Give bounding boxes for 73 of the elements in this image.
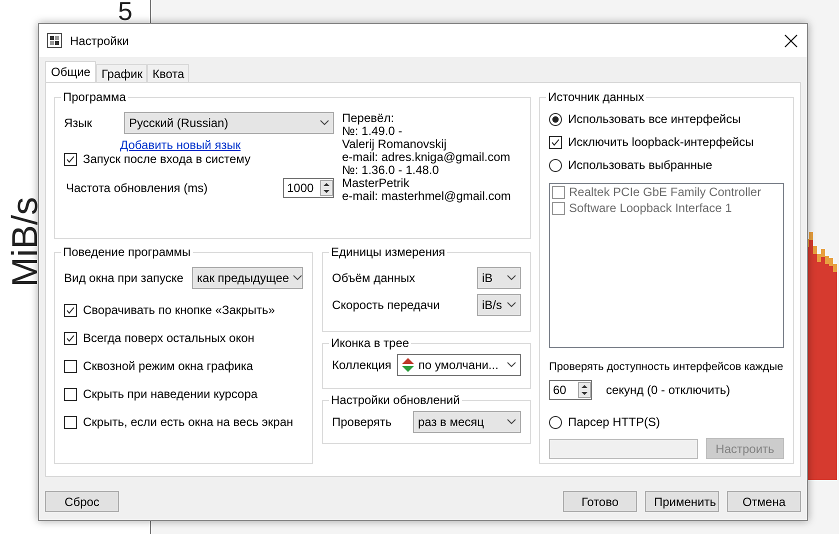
field-label: Проверять доступность интерфейсов каждые [549, 361, 784, 373]
group-title: Настройки обновлений [330, 393, 461, 407]
checkbox[interactable] [64, 152, 77, 166]
field-label: Проверять [332, 415, 392, 429]
dropdown[interactable]: как предыдущее [192, 267, 303, 289]
credits-line: №: 1.36.0 - 1.48.0 [342, 164, 439, 177]
option-label: Сквозной режим окна графика [83, 359, 254, 373]
dropdown[interactable]: iB/s [477, 294, 521, 316]
app-icon [47, 33, 62, 48]
credits-line: e-mail: masterhmel@gmail.com [342, 190, 511, 203]
group-title: Источник данных [547, 90, 646, 104]
dropdown[interactable]: Русский (Russian) [124, 112, 334, 134]
field-label: секунд (0 - отключить) [606, 383, 730, 397]
radio-button[interactable] [549, 112, 562, 126]
option-label: Скрыть, если есть окна на весь экран [83, 415, 294, 429]
credits-line: MasterPetrik [342, 177, 410, 190]
group-title: Программа [62, 90, 127, 104]
option-label: Запуск после входа в систему [83, 152, 251, 166]
chevron-down-icon [507, 362, 516, 368]
checkbox[interactable] [64, 304, 77, 316]
group-title: Поведение программы [62, 245, 192, 259]
add-language-link[interactable]: Добавить новый язык [120, 138, 241, 152]
tab[interactable]: График [96, 64, 148, 82]
checkbox[interactable] [64, 332, 77, 344]
field-label: Частота обновления (ms) [66, 181, 208, 195]
checkbox[interactable] [64, 360, 77, 372]
option-label: Исключить loopback-интерфейсы [568, 135, 754, 149]
option-label: Использовать выбранные [568, 158, 712, 172]
field-label: Объём данных [332, 271, 416, 285]
reset-button[interactable]: Сброс [45, 491, 119, 512]
dialog-button[interactable]: Отмена [727, 491, 801, 512]
dropdown[interactable]: раз в месяц [413, 411, 521, 433]
checkbox[interactable] [64, 388, 77, 400]
field-label: Скорость передачи [332, 298, 440, 312]
tab[interactable]: Общие [45, 61, 96, 82]
close-icon[interactable] [783, 32, 799, 48]
spin-arrows-icon[interactable] [578, 382, 591, 398]
spin-arrows-icon[interactable] [320, 180, 333, 196]
credits-line: Valerij Romanovskij [342, 138, 448, 151]
tab[interactable]: Квота [147, 64, 190, 82]
chevron-down-icon [507, 275, 516, 281]
checkbox[interactable] [549, 136, 562, 148]
group-title: Иконка в трее [330, 336, 410, 350]
chevron-down-icon [507, 302, 516, 308]
credits-line: e-mail: adres.kniga@gmail.com [342, 151, 511, 164]
axis-title: MiB/s [5, 197, 45, 287]
credits-line: №: 1.49.0 - [342, 125, 404, 138]
chevron-down-icon [320, 120, 329, 126]
field-label: Коллекция [332, 358, 392, 372]
option-label: Сворачивать по кнопке «Закрыть» [83, 303, 275, 317]
spin-field[interactable]: 60 [549, 380, 592, 400]
option-label: Скрыть при наведении курсора [83, 387, 258, 401]
option-label: Парсер HTTP(S) [568, 415, 660, 429]
dropdown[interactable]: по умолчани... [397, 354, 521, 376]
url-field[interactable] [549, 438, 698, 458]
chevron-down-icon [507, 419, 516, 425]
group-title: Единицы измерения [330, 245, 446, 259]
spin-field[interactable]: 1000 [283, 178, 334, 198]
field-label: Язык [64, 116, 94, 130]
window-title: Настройки [70, 34, 130, 48]
dialog-button[interactable]: Готово [563, 491, 637, 512]
option-label: Использовать все интерфейсы [568, 112, 741, 126]
axis-tick-label: 5 [118, 1, 132, 22]
option-label: Всегда поверх остальных окон [83, 331, 254, 345]
radio-button[interactable] [549, 158, 562, 172]
up-down-arrows-icon [402, 358, 414, 372]
field-label: Вид окна при запуске [64, 271, 184, 285]
chevron-down-icon [293, 275, 302, 281]
radio-button[interactable] [549, 416, 562, 428]
checkbox[interactable] [64, 416, 77, 428]
dropdown[interactable]: iB [477, 267, 521, 289]
dialog-button[interactable]: Применить [645, 491, 719, 512]
credits-line: Перевёл: [342, 112, 396, 125]
